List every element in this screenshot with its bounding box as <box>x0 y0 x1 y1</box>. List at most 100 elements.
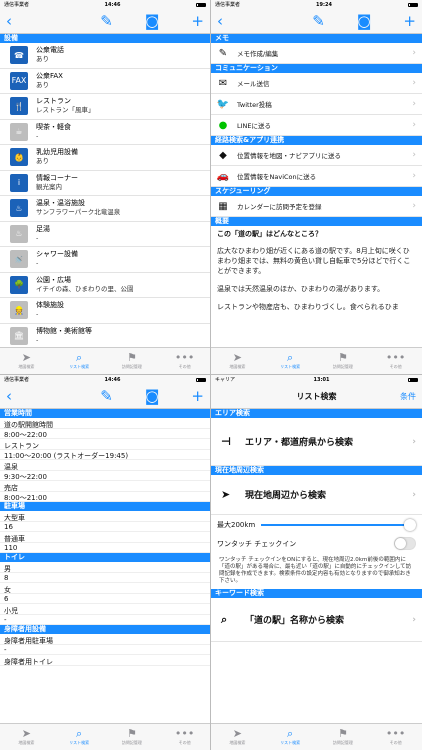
section-facilities: 設備 <box>0 34 210 43</box>
tab-list[interactable]: ⌕ リスト検索 <box>264 724 317 750</box>
facility-value: 観光案内 <box>36 182 62 191</box>
calendar-icon: ▦ <box>218 200 228 212</box>
tab-visits[interactable]: ⚑ 訪問記管理 <box>106 348 159 374</box>
summary-paragraph: レストランや物産店も、ひまわりづくし。食べられるひま <box>217 303 399 311</box>
navicon-row[interactable]: 🚗 位置情報をNaviConに送る › <box>211 166 422 187</box>
section-disabled: 身障者用設備 <box>0 625 210 634</box>
back-chevron-icon[interactable]: ‹ <box>217 13 223 29</box>
facility-list: ☎ 公衆電話 あり FAX 公衆FAX あり 🍴 レストラン レストラン「風車」 ☕ 喫茶・軽食 - 👶… <box>0 43 210 349</box>
facility-title: 情報コーナー <box>36 173 78 182</box>
tab-bar: ➤ 地図検索 ⌕ リスト検索 ⚑ 訪問記管理 ••• その他 <box>211 347 422 374</box>
hours-list: 道の駅開館時間 8:00～22:00 レストラン 11:00～20:00 (ラストオー… <box>0 418 210 502</box>
summary-question: この「道の駅」はどんなところ？ <box>217 230 322 238</box>
flag-icon: ⚑ <box>126 351 137 364</box>
status-bar: 通信事業者 14:46 <box>0 0 210 9</box>
more-icon: ••• <box>385 727 406 740</box>
back-chevron-icon[interactable]: ‹ <box>6 388 12 404</box>
toilet-label: 男 <box>0 562 210 573</box>
calendar-row[interactable]: ▦ カレンダーに訪問予定を登録 › <box>211 196 422 217</box>
facility-row: 🍴 レストラン レストラン「風車」 <box>0 94 210 120</box>
tab-visits[interactable]: ⚑ 訪問記管理 <box>106 724 159 750</box>
distance-slider[interactable] <box>261 518 416 531</box>
hours-value: 8:00～22:00 <box>0 429 210 439</box>
back-chevron-icon[interactable]: ‹ <box>6 13 12 29</box>
tab-list[interactable]: ⌕ リスト検索 <box>53 724 106 750</box>
compose-icon[interactable]: ✎ <box>100 13 113 29</box>
museum-icon: 🏛 <box>10 326 28 345</box>
tab-bar: ➤ 地図検索 ⌕ リスト検索 ⚑ 訪問記管理 ••• その他 <box>211 723 422 750</box>
nav-bar: ‹ ✎ ◙ + <box>211 9 422 34</box>
magnifier-icon: ⌕ <box>76 351 83 364</box>
chevron-right-icon: › <box>412 614 416 625</box>
checkin-note: ワンタッチ チェックインをONにすると、現在地周辺2.0km前後の範囲内に「道の… <box>219 557 412 584</box>
parking-label: 普通車 <box>0 532 210 543</box>
keyword-search-row[interactable]: ⌕ 「道の駅」名称から検索 › <box>211 598 422 642</box>
nearby-search-row[interactable]: ➤ 現在地周辺から検索 › <box>211 475 422 515</box>
camera-icon[interactable]: ◙ <box>145 13 160 29</box>
tab-more[interactable]: ••• その他 <box>158 724 210 750</box>
tab-list[interactable]: ⌕ リスト検索 <box>53 348 106 374</box>
facility-text: 体験施設 - <box>36 301 64 319</box>
tab-map[interactable]: ➤ 地図検索 <box>211 348 264 374</box>
twitter-row[interactable]: 🐦 Twitter投稿 › <box>211 94 422 115</box>
add-icon[interactable]: + <box>191 388 204 404</box>
facilities-screen: 通信事業者 14:46 ‹ ✎ ◙ + 設備 ☎ 公衆電話 あり FAX 公衆FAX あり… <box>0 0 211 375</box>
info-icon: i <box>10 173 28 192</box>
compose-icon[interactable]: ✎ <box>312 13 325 29</box>
line-row[interactable]: ● LINEに送る › <box>211 115 422 136</box>
facility-value: - <box>36 310 39 319</box>
area-search-row[interactable]: ⊣ エリア・都道府県から検索 › <box>211 418 422 466</box>
chevron-right-icon: › <box>412 171 416 181</box>
status-time: 14:46 <box>104 1 121 8</box>
slider-knob[interactable] <box>404 518 416 531</box>
more-icon: ••• <box>174 351 195 364</box>
camera-icon[interactable]: ◙ <box>357 13 372 29</box>
checkin-label: ワンタッチ チェックイン <box>217 539 297 548</box>
facility-row: ♨ 温泉・温浴施設 サンフラワーパーク北竜温泉 <box>0 196 210 222</box>
tab-map[interactable]: ➤ 地図検索 <box>0 724 53 750</box>
chevron-right-icon: › <box>412 48 416 58</box>
facility-text: 公衆電話 あり <box>36 46 64 64</box>
location-arrow-icon: ➤ <box>221 488 231 501</box>
mail-row[interactable]: ✉ メール送信 › <box>211 73 422 94</box>
tab-visits[interactable]: ⚑ 訪問記管理 <box>317 348 370 374</box>
chevron-right-icon: › <box>412 201 416 211</box>
add-icon[interactable]: + <box>191 13 204 29</box>
memo-row[interactable]: ✎ メモ作成/編集 › <box>211 43 422 64</box>
section-parking: 駐車場 <box>0 502 210 511</box>
map-app-row[interactable]: ◆ 位置情報を地図・ナビアプリに送る › <box>211 145 422 166</box>
facility-row: ♨ 足湯 - <box>0 222 210 247</box>
facility-title: 温泉・温浴施設 <box>36 199 85 208</box>
facility-value: - <box>36 259 39 268</box>
onsen-icon: ♨ <box>10 199 28 218</box>
facility-value: あり <box>36 55 49 64</box>
tab-more[interactable]: ••• その他 <box>158 348 210 374</box>
checkin-toggle[interactable] <box>394 537 416 550</box>
facility-text: 温泉・温浴施設 サンフラワーパーク北竜温泉 <box>36 199 120 217</box>
facility-row: 👶 乳幼児用設備 あり <box>0 145 210 171</box>
compose-icon[interactable]: ✎ <box>100 388 113 404</box>
summary-paragraph: 温泉では天然温泉のほか、ひまわりの湯があります。 <box>217 285 385 293</box>
section-toilet: トイレ <box>0 553 210 562</box>
parking-value: 110 <box>0 543 210 553</box>
more-icon: ••• <box>174 727 195 740</box>
add-icon[interactable]: + <box>403 13 416 29</box>
magnifier-icon: ⌕ <box>287 727 294 740</box>
flag-icon: ⚑ <box>337 727 348 740</box>
camera-icon[interactable]: ◙ <box>145 388 160 404</box>
tab-map[interactable]: ➤ 地図検索 <box>211 724 264 750</box>
tab-visits[interactable]: ⚑ 訪問記管理 <box>317 724 370 750</box>
parking-label: 大型車 <box>0 511 210 522</box>
conditions-button[interactable]: 条件 <box>400 391 416 402</box>
tab-map[interactable]: ➤ 地図検索 <box>0 348 53 374</box>
tab-more[interactable]: ••• その他 <box>369 348 422 374</box>
section-hours: 営業時間 <box>0 409 210 418</box>
location-arrow-icon: ➤ <box>232 727 242 740</box>
tab-list[interactable]: ⌕ リスト検索 <box>264 348 317 374</box>
hours-label: 道の駅開館時間 <box>0 418 210 429</box>
facility-title: 公園・広場 <box>36 275 71 284</box>
max-distance-label: 最大200km <box>217 520 256 529</box>
tab-more[interactable]: ••• その他 <box>369 724 422 750</box>
section-memo: メモ <box>211 34 422 43</box>
facility-value: イチイの森、ひまわりの里、公園 <box>36 284 134 293</box>
